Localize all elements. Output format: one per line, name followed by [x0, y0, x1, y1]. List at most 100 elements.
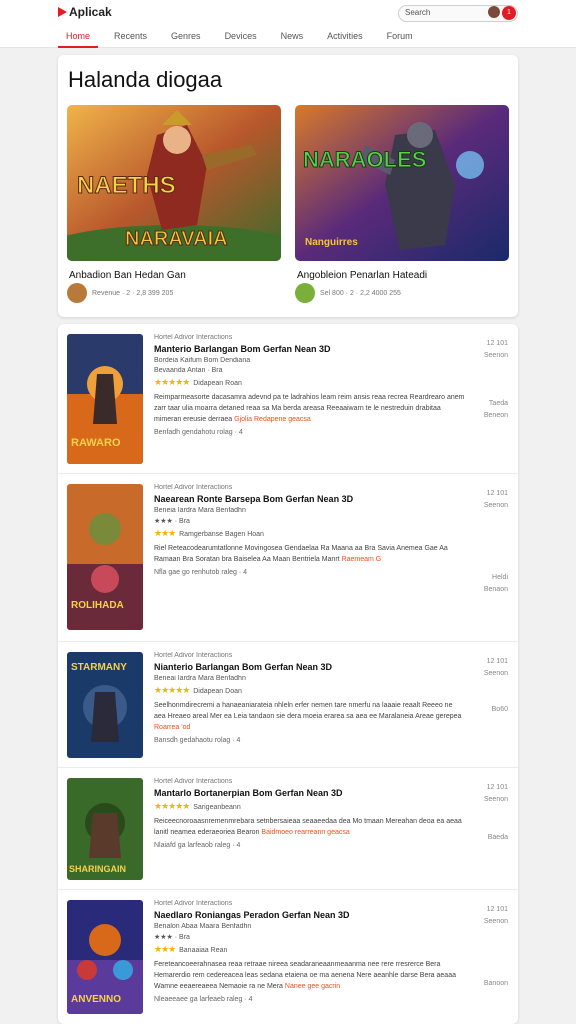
- list-item-description: Reimparmeasorte dacasamra adevnd pa te l…: [154, 392, 466, 425]
- list-item[interactable]: STARMANY Hortel Adivor Interactions Nian…: [58, 642, 518, 768]
- list-item-category: Hortel Adivor Interactions: [154, 334, 233, 341]
- featured-card-stats: Sel 800 · 2 · 2,2 4000 255: [320, 289, 401, 297]
- tab-news[interactable]: News: [273, 28, 312, 48]
- list-item-footer: Benfadh gendahotu rolag · 4: [154, 429, 243, 436]
- list-item-title[interactable]: Manterio Barlangan Bom Gerfan Nean 3D: [154, 344, 454, 354]
- tab-home[interactable]: Home: [58, 28, 99, 48]
- list-item-subtitle: Bordeia Kaifum Bom Dendiana: [154, 357, 251, 364]
- list-item-footer: Nfla gae go renhutob raleg · 4: [154, 569, 248, 576]
- description-link[interactable]: Roarrea 'od: [154, 724, 190, 731]
- search-input[interactable]: Search: [398, 5, 518, 22]
- rating-note: Sarigeanbeann: [193, 804, 241, 811]
- rating-stars: ★★★★★: [154, 685, 190, 695]
- side-date: 12 101: [486, 340, 508, 347]
- game-thumbnail[interactable]: SHARINGAIN: [67, 778, 143, 880]
- side-date: 12 101: [486, 658, 508, 665]
- tab-genres[interactable]: Genres: [163, 28, 209, 48]
- rating-note: Didapean Roan: [193, 380, 242, 387]
- side-note-2: Beneon: [483, 412, 508, 419]
- list-item-side: 12 101 Seenon Banoon: [484, 904, 508, 990]
- game-thumbnail[interactable]: ROLIHADA: [67, 484, 143, 630]
- featured-card-image[interactable]: NARAOLES Nanguirres: [295, 105, 509, 261]
- featured-art-sub: NAETHS: [77, 172, 176, 199]
- nav-tabs: Home Recents Genres Devices News Activit…: [58, 28, 429, 48]
- list-item[interactable]: SHARINGAIN Hortel Adivor Interactions Ma…: [58, 768, 518, 890]
- featured-card[interactable]: NAETHS NARAVAIA Anbadion Ban Hedan Gan R…: [67, 105, 281, 310]
- rating-stars: ★★★: [154, 944, 176, 954]
- list-item-title[interactable]: Nianterio Barlangan Bom Gerfan Nean 3D: [154, 662, 454, 672]
- list-item-description: Seelhonmdirecremi a hanaeaniarateia nhle…: [154, 700, 466, 733]
- featured-art-sub: Nanguirres: [305, 237, 358, 248]
- featured-title: Halanda diogaa: [68, 67, 223, 92]
- side-date: 12 101: [486, 490, 508, 497]
- game-thumbnail[interactable]: RAWARO: [67, 334, 143, 464]
- description-link[interactable]: Raemeam G: [342, 556, 382, 563]
- list-item-description: Riel Reteacodearumtatlonne Movingosea Ge…: [154, 543, 466, 565]
- list-item[interactable]: ANVENNO Hortel Adivor Interactions Naedl…: [58, 890, 518, 1024]
- side-status: Seenon: [483, 670, 508, 677]
- creator-avatar: [67, 283, 87, 303]
- list-item-title[interactable]: Naedlaro Roniangas Peradon Gerfan Nean 3…: [154, 910, 454, 920]
- side-note: Banoon: [483, 980, 508, 987]
- game-list: RAWARO Hortel Adivor Interactions Manter…: [58, 324, 518, 1024]
- list-item-subtitle: Benalon Abaa Maara Benfadhn: [154, 923, 252, 930]
- thumb-art-title: ROLIHADA: [71, 600, 124, 611]
- tab-forum[interactable]: Forum: [379, 28, 421, 48]
- featured-art-title: NARAOLES: [303, 147, 426, 172]
- list-item-body: Hortel Adivor Interactions Naearean Ront…: [154, 484, 454, 576]
- side-status: Seenon: [483, 502, 508, 509]
- list-item-tags: ★★★ · Bra: [154, 518, 190, 525]
- app-name: Aplicak: [69, 5, 112, 19]
- list-item-body: Hortel Adivor Interactions Naedlaro Roni…: [154, 900, 456, 1003]
- list-item-side: 12 101 Seenon Baeda: [484, 782, 508, 844]
- tab-activities[interactable]: Activities: [319, 28, 371, 48]
- list-item[interactable]: RAWARO Hortel Adivor Interactions Manter…: [58, 324, 518, 474]
- side-status: Seenon: [483, 918, 508, 925]
- thumb-art-title: RAWARO: [71, 437, 121, 449]
- list-item-footer: Nleaeeaee ga larfeaeb raleg · 4: [154, 996, 253, 1003]
- list-item-body: Hortel Adivor Interactions Mantarlo Bort…: [154, 778, 462, 849]
- avatar[interactable]: [488, 6, 500, 18]
- description-link[interactable]: Baidmoeo rearreann geacsa: [261, 829, 349, 836]
- top-bar: Aplicak Search 1 Home Recents Genres Dev…: [0, 0, 576, 48]
- list-item-subtitle: Beneai Iardra Mara Benfadhn: [154, 675, 246, 682]
- featured-card[interactable]: NARAOLES Nanguirres Angobleion Penarlan …: [295, 105, 509, 310]
- rating-stars: ★★★★★: [154, 377, 190, 387]
- list-item[interactable]: ROLIHADA Hortel Adivor Interactions Naea…: [58, 474, 518, 642]
- list-item-title[interactable]: Mantarlo Bortanerpian Bom Gerfan Nean 3D: [154, 788, 454, 798]
- featured-section: Halanda diogaa NAETHS NARAVAIA Anbadion …: [58, 55, 518, 317]
- list-item-side: 12 101 Seenon Bo60: [484, 656, 508, 716]
- featured-card-image[interactable]: NAETHS NARAVAIA: [67, 105, 281, 261]
- rating-row: ★★★★★ Didapean Doan: [154, 685, 454, 696]
- game-thumbnail[interactable]: STARMANY: [67, 652, 143, 758]
- tab-recents[interactable]: Recents: [106, 28, 155, 48]
- side-note: Baeda: [487, 834, 508, 841]
- side-date: 12 101: [486, 784, 508, 791]
- thumb-art-title: ANVENNO: [71, 994, 121, 1005]
- rating-row: ★★★★★ Sarigeanbeann: [154, 801, 454, 812]
- search-placeholder: Search: [405, 8, 431, 17]
- notification-badge[interactable]: 1: [502, 6, 516, 20]
- game-thumbnail[interactable]: ANVENNO: [67, 900, 143, 1014]
- list-item-category: Hortel Adivor Interactions: [154, 484, 233, 491]
- thumb-art-title: SHARINGAIN: [69, 864, 126, 874]
- list-item-category: Hortel Adivor Interactions: [154, 778, 233, 785]
- description-link[interactable]: Gjolia Redapene geacsa: [234, 416, 311, 423]
- list-item-tags: Bevaanda Antan · Bra: [154, 367, 223, 374]
- featured-art-title: NARAVAIA: [125, 228, 228, 250]
- rating-row: ★★★ Banaaiaa Rean: [154, 944, 454, 955]
- featured-card-meta: Sel 800 · 2 · 2,2 4000 255: [295, 283, 401, 303]
- side-note: Heldi: [492, 574, 508, 581]
- list-item-footer: Nlaiafd ga larfeaob raleg · 4: [154, 842, 241, 849]
- list-item-subtitle: Beneia Iardra Mara Benfadhn: [154, 507, 246, 514]
- side-note: Taeda: [488, 400, 508, 407]
- list-item-title[interactable]: Naearean Ronte Barsepa Bom Gerfan Nean 3…: [154, 494, 454, 504]
- description-link[interactable]: Nanee gee gacrin: [285, 983, 340, 990]
- list-item-category: Hortel Adivor Interactions: [154, 900, 233, 907]
- featured-card-name[interactable]: Angobleion Penarlan Hateadi: [297, 270, 427, 281]
- featured-card-name[interactable]: Anbadion Ban Hedan Gan: [69, 270, 186, 281]
- side-status: Seenon: [483, 352, 508, 359]
- app-logo[interactable]: Aplicak: [58, 5, 112, 19]
- list-item-side: 12 101 Seenon Heldi Benaon: [484, 488, 508, 596]
- tab-devices[interactable]: Devices: [217, 28, 265, 48]
